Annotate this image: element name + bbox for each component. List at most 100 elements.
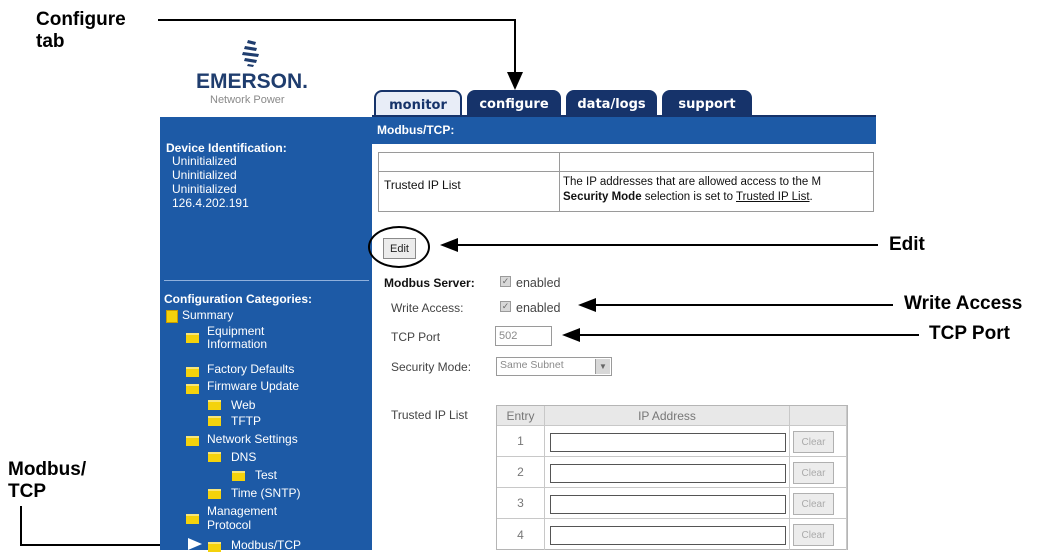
sidebar-item-equipment-information[interactable]: Equipment Information — [207, 325, 267, 351]
table-row-label: Trusted IP List — [384, 178, 461, 192]
sidebar-item-time-sntp[interactable]: Time (SNTP) — [231, 486, 301, 500]
callout-line — [594, 304, 893, 306]
callout-line — [455, 244, 878, 246]
entry-number: 2 — [517, 465, 524, 479]
page-title: Modbus/TCP: — [377, 123, 455, 137]
modbus-server-label: Modbus Server: — [384, 276, 475, 290]
ip-address-input-4[interactable] — [550, 526, 786, 545]
tab-label: configure — [479, 96, 549, 112]
security-mode-select[interactable]: Same Subnet ▼ — [496, 357, 612, 376]
folder-icon — [186, 333, 199, 343]
chevron-down-icon: ▼ — [595, 359, 610, 374]
tcp-port-input[interactable]: 502 — [495, 326, 552, 346]
device-line: 126.4.202.191 — [172, 196, 249, 210]
clear-button-3[interactable]: Clear — [793, 493, 834, 515]
clear-button-4[interactable]: Clear — [793, 524, 834, 546]
table-row: 4 — [497, 519, 545, 550]
sidebar-item-label: Information — [207, 337, 268, 351]
arrow-left-icon — [578, 298, 596, 312]
sidebar-item-label: Management — [207, 504, 278, 518]
write-access-callout: Write Access — [904, 293, 1023, 314]
folder-icon — [208, 542, 221, 552]
sidebar-divider — [164, 280, 369, 281]
security-mode-label: Security Mode: — [391, 360, 472, 374]
emerson-logo-icon — [240, 38, 262, 68]
arrow-down-icon — [507, 72, 523, 90]
sidebar-item-network-settings[interactable]: Network Settings — [207, 432, 298, 446]
sidebar-item-test[interactable]: Test — [255, 468, 277, 482]
folder-icon — [232, 471, 245, 481]
folder-icon — [186, 514, 199, 524]
logo-subtitle: Network Power — [210, 94, 285, 106]
tcp-port-callout: TCP Port — [929, 323, 1010, 344]
clear-label: Clear — [801, 467, 826, 479]
arrow-right-icon — [188, 538, 202, 550]
write-access-label: Write Access: — [391, 301, 464, 315]
modbus-tcp-callout: Modbus/ TCP — [8, 459, 86, 503]
ip-address-input-3[interactable] — [550, 495, 786, 514]
tab-monitor[interactable]: monitor — [374, 90, 462, 118]
tab-support[interactable]: support — [662, 90, 752, 118]
table-col-divider — [559, 153, 560, 211]
modbus-server-checkbox[interactable]: ✓ — [500, 276, 511, 287]
device-identification-values: Uninitialized Uninitialized Uninitialize… — [172, 154, 249, 210]
section-header: Modbus/TCP: — [372, 117, 876, 144]
callout-line — [20, 544, 160, 546]
clear-label: Clear — [801, 529, 826, 541]
sidebar-item-management-protocol[interactable]: Management Protocol — [207, 504, 277, 532]
arrow-left-icon — [562, 328, 580, 342]
modbus-server-value: enabled — [516, 276, 561, 290]
table-description: The IP addresses that are allowed access… — [563, 176, 822, 188]
clear-label: Clear — [801, 498, 826, 510]
folder-icon — [208, 416, 221, 426]
entry-number: 3 — [517, 496, 524, 510]
entry-number: 1 — [517, 434, 524, 448]
sidebar-item-summary[interactable]: Summary — [182, 308, 233, 322]
clear-button-1[interactable]: Clear — [793, 431, 834, 453]
description-text: . — [809, 191, 813, 203]
sidebar-item-tftp[interactable]: TFTP — [231, 414, 261, 428]
folder-icon — [208, 489, 221, 499]
tcp-port-value: 502 — [499, 330, 518, 342]
callout-line — [578, 334, 919, 336]
folder-icon — [186, 436, 199, 446]
action-column-header — [790, 406, 847, 426]
configure-tab-callout: Configure tab — [36, 9, 126, 53]
tab-configure[interactable]: configure — [467, 90, 561, 118]
clear-label: Clear — [801, 436, 826, 448]
tcp-port-label: TCP Port — [391, 330, 441, 344]
table-description-line2: Security Mode selection is set to Truste… — [563, 191, 813, 203]
callout-text: Modbus/ — [8, 459, 87, 480]
description-text: selection is set to — [641, 191, 737, 203]
device-identification-heading: Device Identification: — [166, 141, 287, 155]
tab-data-logs[interactable]: data/logs — [566, 90, 657, 118]
trusted-ip-table: Entry IP Address 1 2 3 4 Clear Clear Cle… — [496, 405, 848, 550]
ip-address-input-1[interactable] — [550, 433, 786, 452]
callout-text: tab — [36, 31, 65, 52]
tab-label: support — [678, 96, 736, 112]
edit-button[interactable]: Edit — [383, 238, 416, 259]
logo-brand: EMERSON. — [196, 70, 309, 93]
write-access-checkbox[interactable]: ✓ — [500, 301, 511, 312]
edit-callout: Edit — [889, 234, 925, 255]
table-row: 1 — [497, 426, 545, 457]
clear-button-2[interactable]: Clear — [793, 462, 834, 484]
sidebar-item-web[interactable]: Web — [231, 398, 255, 412]
tab-label: monitor — [389, 97, 447, 113]
device-line: Uninitialized — [172, 154, 237, 168]
sidebar-item-label: Protocol — [207, 518, 252, 532]
table-row: 2 — [497, 457, 545, 488]
sidebar-item-dns[interactable]: DNS — [231, 450, 256, 464]
folder-icon — [186, 384, 199, 394]
ip-address-input-2[interactable] — [550, 464, 786, 483]
entry-column-header: Entry — [497, 406, 545, 426]
trusted-ip-list-link[interactable]: Trusted IP List — [736, 191, 810, 203]
security-mode-value: Same Subnet — [500, 359, 564, 371]
sidebar-item-firmware-update[interactable]: Firmware Update — [207, 379, 299, 393]
write-access-value: enabled — [516, 301, 561, 315]
ip-address-column-header: IP Address — [545, 406, 790, 426]
trusted-ip-list-label: Trusted IP List — [391, 408, 468, 422]
callout-line — [20, 506, 22, 546]
column-header-text: Entry — [506, 408, 535, 423]
sidebar-item-factory-defaults[interactable]: Factory Defaults — [207, 362, 294, 376]
